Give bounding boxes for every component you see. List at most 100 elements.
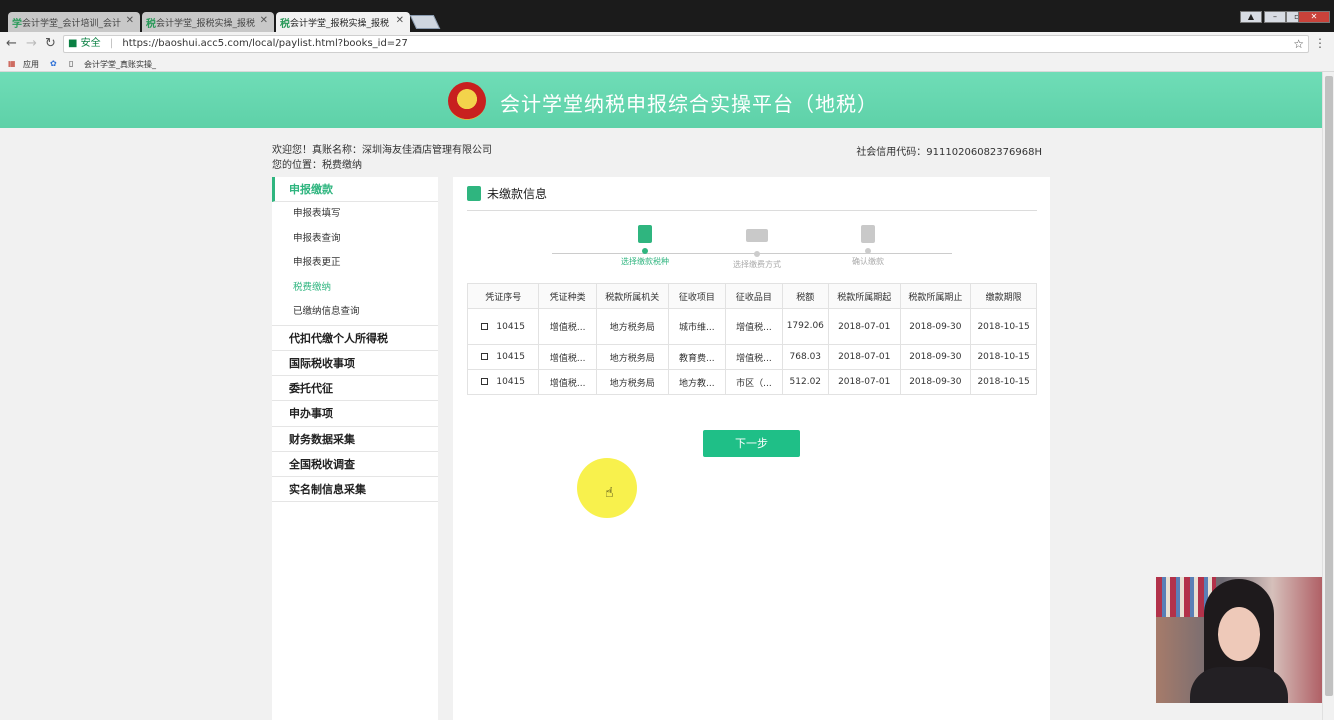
tab-close-icon[interactable]: ✕ [126,15,134,26]
voucher-no-cell[interactable]: 10415 [466,308,540,345]
sidebar-group-entrusted-collection[interactable]: 委托代征 [272,375,438,400]
sidebar-item-paid-query[interactable]: 已缴纳信息查询 [272,300,438,325]
webcam-overlay [1156,577,1322,703]
table-cell: 增值税... [725,308,783,345]
site-header: 会计学堂纳税申报综合实操平台（地税） [0,72,1322,128]
step-dot [642,248,648,254]
welcome-info: 欢迎您！真账名称：深圳海友佳酒店管理有限公司 您的位置：税费缴纳 [272,143,492,173]
sidebar-group-applications[interactable]: 申办事项 [272,400,438,425]
tab-label: 会计学堂_报税实操_报税 [156,19,256,29]
voucher-no-cell[interactable]: 10415 [466,344,540,370]
tab-favicon-icon: 税 [146,19,156,30]
forward-arrow-icon[interactable]: → [26,36,37,51]
sidebar-group-tax-survey[interactable]: 全国税收调查 [272,450,438,476]
voucher-no: 10415 [496,377,526,387]
voucher-no-cell[interactable]: 10415 [466,369,540,395]
bookmark-star-icon[interactable]: ☆ [1293,36,1304,52]
table-cell: 2018-10-15 [970,344,1037,370]
back-arrow-icon[interactable]: ← [6,36,17,51]
sidebar-item-correct-form[interactable]: 申报表更正 [272,251,438,276]
table-row[interactable]: 10415 增值税... 地方税务局 地方教... 市区（... 512.02 … [466,369,1037,395]
new-tab-button[interactable] [409,15,441,29]
panel-title-text: 未缴款信息 [487,187,548,201]
table-cell: 市区（... [725,369,783,395]
step-select-method: 选择缴费方式 [707,225,807,270]
table-cell: 增值税... [538,308,597,345]
table-row[interactable]: 10415 增值税... 地方税务局 教育费... 增值税... 768.03 … [466,344,1037,370]
url-bar[interactable]: ■ 安全 | https://baoshui.acc5.com/local/pa… [63,35,1309,53]
voucher-no: 10415 [496,352,526,362]
table-cell: 512.02 [781,369,829,395]
table-row[interactable]: 10415 增值税... 地方税务局 城市维... 增值税... 1792.06… [466,308,1037,345]
col-header-voucher-type: 凭证种类 [538,283,597,309]
step-select-tax: 选择缴款税种 [595,225,695,267]
step-label: 选择缴款税种 [621,257,669,266]
apps-grid-icon[interactable]: ▦ [8,59,16,68]
minimize-button[interactable]: – [1264,11,1286,23]
page-scrollbar[interactable] [1322,72,1334,720]
table-cell: 增值税... [538,344,597,370]
sidebar-item-tax-payment[interactable]: 税费缴纳 [272,276,438,301]
table-cell: 2018-07-01 [827,369,901,395]
tab-favicon-icon: 学 [12,19,22,30]
secure-label: 安全 [80,38,101,49]
tab-label: 会计学堂_会计培训_会计 [22,19,122,29]
bookmark-acc5[interactable]: 会计学堂_真账实操_ [84,59,156,70]
next-step-button[interactable]: 下一步 [703,430,800,457]
col-header-levy-category: 征收品目 [725,283,783,309]
presenter-face [1218,607,1260,661]
reload-icon[interactable]: ↻ [45,36,56,51]
close-window-button[interactable]: ✕ [1298,11,1330,23]
sidebar-group-financial-data[interactable]: 财务数据采集 [272,425,438,451]
browser-tabbar: 学 会计学堂_会计培训_会计 ✕ 税 会计学堂_报税实操_报税 ✕ 税 会计学堂… [0,0,1334,32]
tab-favicon-icon: 税 [280,19,290,30]
panel-title: 未缴款信息 [467,185,547,202]
table-cell: 2018-09-30 [899,308,972,345]
sidebar: 申报缴款 申报表填写 申报表查询 申报表更正 税费缴纳 已缴纳信息查询 代扣代缴… [272,177,438,720]
sidebar-group-withholding-iit[interactable]: 代扣代缴个人所得税 [272,324,438,350]
tab-label: 会计学堂_报税实操_报税 [290,19,390,29]
sidebar-section-declare-pay[interactable]: 申报缴款 [272,177,438,202]
presenter-body [1190,667,1288,703]
bookmarks-bar: ▦ 应用 ✿ ▯ 会计学堂_真账实操_ [0,56,1334,72]
url-separator: | [109,38,114,49]
sidebar-item-query-form[interactable]: 申报表查询 [272,227,438,252]
table-cell: 1792.06 [781,308,829,345]
browser-menu-icon[interactable]: ⋮ [1314,36,1326,50]
browser-tab-3-active[interactable]: 税 会计学堂_报税实操_报税 ✕ [276,12,410,32]
sidebar-group-international-tax[interactable]: 国际税收事项 [272,349,438,375]
browser-tab-1[interactable]: 学 会计学堂_会计培训_会计 ✕ [8,12,140,32]
table-cell: 教育费... [667,344,727,370]
scrollbar-thumb[interactable] [1325,76,1333,696]
table-cell: 城市维... [667,308,727,345]
browser-tab-2[interactable]: 税 会计学堂_报税实操_报税 ✕ [142,12,274,32]
step-confirm: 确认缴款 [818,225,918,267]
url-text: https://baoshui.acc5.com/local/paylist.h… [122,38,408,49]
page-icon: ▯ [69,59,74,68]
welcome-text: 欢迎您！真账名称：深圳海友佳酒店管理有限公司 [272,145,492,156]
table-cell: 增值税... [538,369,597,395]
table-cell: 增值税... [725,344,783,370]
user-profile-icon[interactable]: ▲ [1240,11,1262,23]
table-cell: 2018-10-15 [970,308,1037,345]
tax-receipt-icon [638,225,652,243]
tab-close-icon[interactable]: ✕ [396,15,404,26]
row-checkbox[interactable] [481,353,489,360]
row-checkbox[interactable] [481,378,489,385]
table-cell: 地方税务局 [595,308,669,345]
voucher-no: 10415 [496,321,526,332]
table-cell: 2018-09-30 [899,344,972,370]
step-dot [865,248,871,254]
credit-code: 社会信用代码：91110206082376968H [856,147,1042,158]
baidu-paw-icon[interactable]: ✿ [50,59,57,68]
bookmark-apps[interactable]: 应用 [23,59,39,70]
bank-card-icon [746,229,768,242]
tab-close-icon[interactable]: ✕ [260,15,268,26]
national-emblem-icon [448,82,486,120]
row-checkbox[interactable] [481,322,489,330]
sidebar-item-fill-form[interactable]: 申报表填写 [272,202,438,227]
col-header-due-date: 缴款期限 [970,283,1037,309]
step-dot [754,251,760,257]
progress-steps: 选择缴款税种 选择缴费方式 确认缴款 [552,225,952,275]
sidebar-group-real-name-info[interactable]: 实名制信息采集 [272,476,438,502]
